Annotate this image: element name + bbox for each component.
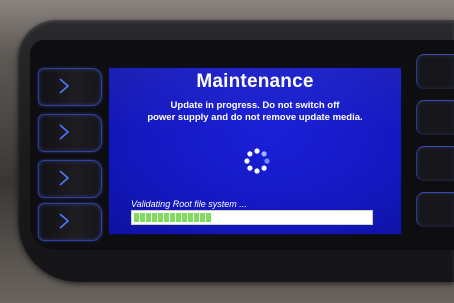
chevron-right-icon (59, 213, 70, 229)
page-title: Maintenance (196, 71, 314, 92)
maintenance-screen: Maintenance Update in progress. Do not s… (108, 67, 402, 235)
softkey-4[interactable] (38, 203, 102, 241)
warning-message-line-2: power supply and do not remove update me… (147, 112, 363, 123)
loading-spinner-icon (244, 148, 270, 174)
softkey-2[interactable] (38, 114, 102, 152)
chevron-right-icon (59, 170, 70, 186)
progress-bar (131, 210, 373, 225)
right-softkey-1[interactable] (416, 54, 454, 89)
warning-message-line-1: Update in progress. Do not switch off (170, 100, 340, 111)
softkey-1[interactable] (38, 68, 102, 106)
right-softkey-4[interactable] (416, 192, 454, 227)
right-softkey-3[interactable] (416, 146, 454, 181)
softkey-3[interactable] (38, 160, 102, 198)
right-softkey-2[interactable] (416, 100, 454, 135)
right-softkey-column (416, 54, 454, 244)
chevron-right-icon (59, 124, 70, 140)
chevron-right-icon (59, 78, 70, 94)
progress-bar-fill (134, 213, 212, 222)
status-text: Validating Root file system ... (131, 199, 247, 209)
